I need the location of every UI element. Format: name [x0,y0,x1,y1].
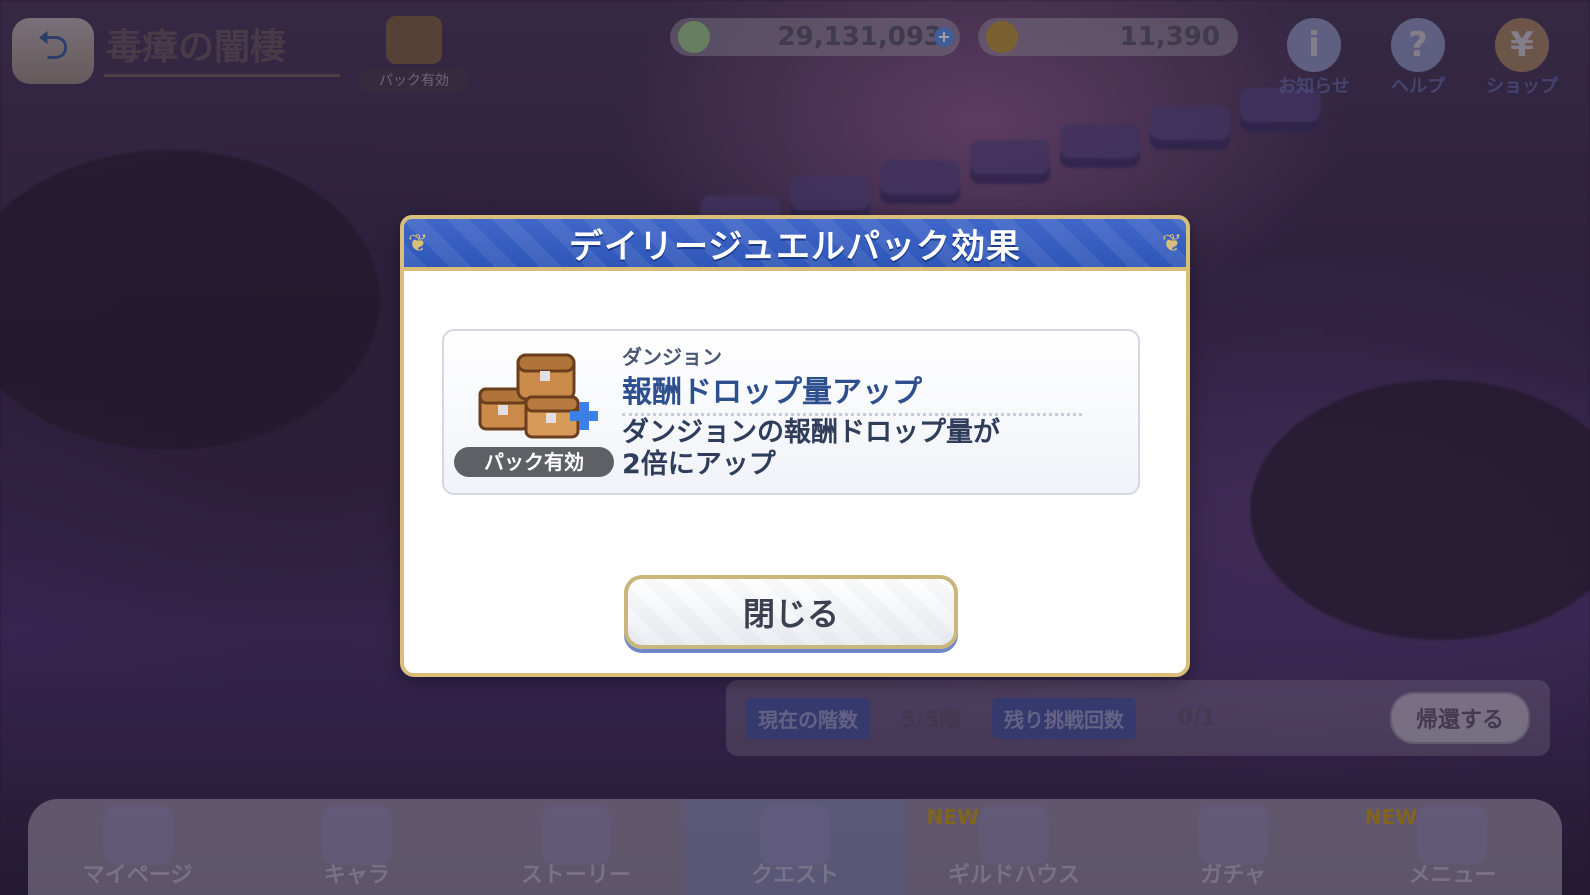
dialog-title: デイリージュエルパック効果 [569,226,1021,267]
effect-card: パック有効 ダンジョン 報酬ドロップ量アップ ダンジョンの報酬ドロップ量が 2倍… [442,329,1140,495]
pack-effect-dialog: ❦ デイリージュエルパック効果 ❦ パック有効 ダンジョン 報酬ドロップ量アップ… [400,215,1190,677]
effect-divider [622,413,1082,416]
close-button[interactable]: 閉じる [624,575,958,649]
treasure-chest-plus-icon [478,353,598,439]
effect-category: ダンジョン [622,345,722,369]
effect-name: 報酬ドロップ量アップ [622,375,922,410]
effect-description: ダンジョンの報酬ドロップ量が 2倍にアップ [622,417,1000,480]
corner-ornament-icon: ❦ [1162,229,1183,257]
dialog-header: ❦ デイリージュエルパック効果 ❦ [400,215,1190,271]
corner-ornament-icon: ❦ [408,229,429,257]
pack-active-badge: パック有効 [454,447,614,477]
